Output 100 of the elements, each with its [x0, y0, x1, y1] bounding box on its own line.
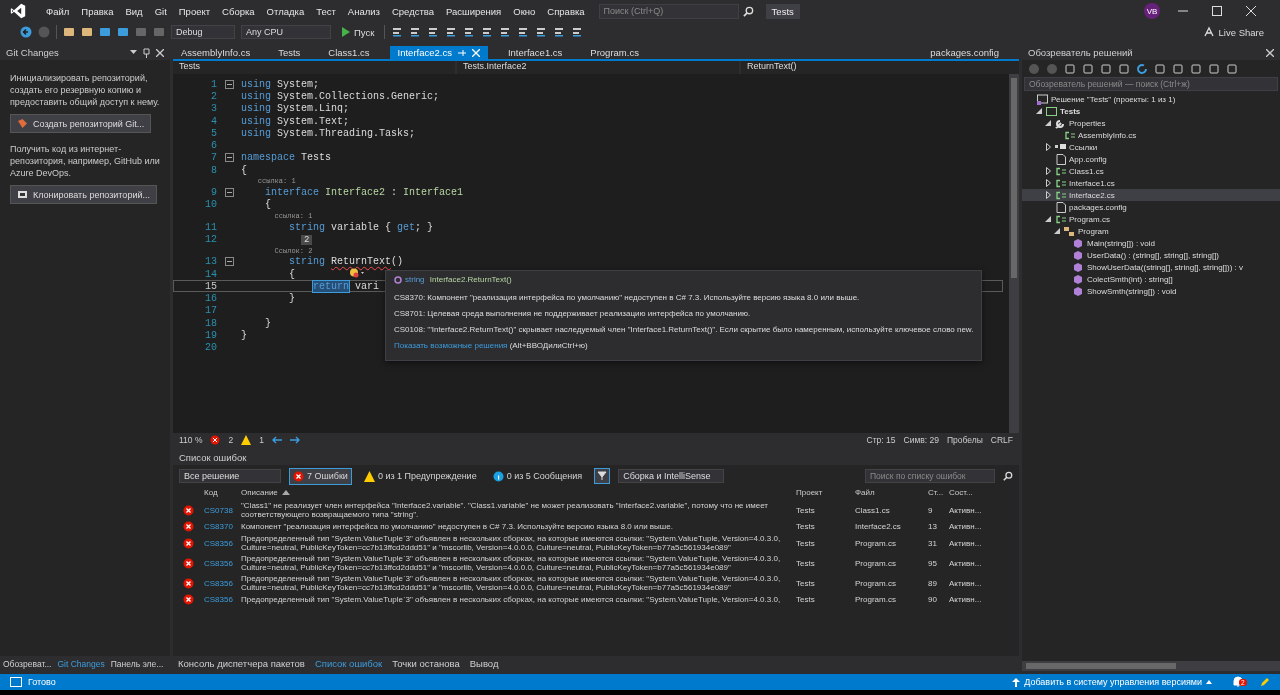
- column-header[interactable]: Описание: [241, 488, 278, 497]
- tree-item[interactable]: Properties: [1069, 118, 1106, 128]
- tree-item[interactable]: Ссылки: [1069, 142, 1098, 152]
- panel-tab[interactable]: Вывод: [464, 658, 504, 669]
- error-search-field[interactable]: Поиск по списку ошибок: [865, 469, 995, 483]
- line-cell-text: 89: [928, 578, 938, 588]
- tree-item[interactable]: packages.config: [1069, 202, 1127, 212]
- panel-tab[interactable]: Панель эле...: [107, 658, 167, 669]
- menu-item[interactable]: Расширения: [440, 5, 508, 17]
- project-icon: [1046, 105, 1057, 117]
- close-icon[interactable]: [1266, 48, 1274, 57]
- tree-item[interactable]: Main(string[]) : void: [1087, 238, 1156, 248]
- tree-item[interactable]: UserData() : (string[], string[], string[]): [1087, 250, 1220, 260]
- column-header[interactable]: Ст...: [928, 488, 946, 497]
- menu-item[interactable]: Отладка: [260, 5, 311, 17]
- error-code-link[interactable]: CS8356: [204, 578, 238, 588]
- editor-tab[interactable]: Interface1.cs: [499, 46, 571, 59]
- edit-icon[interactable]: [1260, 677, 1270, 687]
- solution-search-field[interactable]: Обозреватель решений — поиск (Ctrl+ж): [1024, 77, 1278, 91]
- tree-item[interactable]: AssemblyInfo.cs: [1078, 130, 1137, 140]
- platform-dropdown[interactable]: Any CPU: [241, 25, 331, 39]
- panel-tab[interactable]: Точки останова: [387, 658, 465, 669]
- csharp-file-icon: [1055, 178, 1066, 188]
- menu-item[interactable]: Git: [148, 5, 173, 17]
- tree-item[interactable]: Решение "Tests" (проекты: 1 из 1): [1051, 94, 1176, 104]
- tree-item[interactable]: Program: [1078, 226, 1109, 236]
- type-dropdown[interactable]: Tests.Interface2: [457, 61, 739, 74]
- editor-tab[interactable]: Tests: [270, 46, 309, 59]
- panel-tab[interactable]: Консоль диспетчера пакетов: [173, 658, 310, 669]
- filter-button[interactable]: 7 Ошибки: [289, 467, 352, 485]
- clone-repository-button[interactable]: Клонировать репозиторий...: [10, 185, 157, 204]
- filter-toggle-icon[interactable]: [594, 468, 611, 484]
- tree-item[interactable]: Program.cs: [1069, 214, 1110, 224]
- close-icon[interactable]: [156, 48, 164, 57]
- user-avatar[interactable]: VB: [1144, 3, 1160, 19]
- show-fixes-link[interactable]: Показать возможные решения: [394, 341, 508, 350]
- menu-item[interactable]: Средства: [385, 5, 440, 17]
- panel-tab[interactable]: Список ошибок: [309, 658, 388, 669]
- scrollbar[interactable]: [1009, 74, 1019, 433]
- menu-item[interactable]: Сборка: [216, 5, 261, 17]
- error-code-link[interactable]: CS8356: [204, 538, 238, 548]
- error-code-link[interactable]: CS8370: [204, 522, 238, 531]
- maximize-icon[interactable]: [1212, 6, 1222, 16]
- column-header[interactable]: Сост...: [949, 488, 993, 497]
- column-header[interactable]: Код: [204, 488, 238, 497]
- warning-count[interactable]: 1: [259, 435, 264, 445]
- create-repository-button[interactable]: Создать репозиторий Git...: [10, 114, 152, 133]
- tree-item[interactable]: ShowSmth(string[]) : void: [1087, 286, 1177, 296]
- search-field[interactable]: Поиск (Ctrl+Q): [598, 3, 739, 19]
- configuration-dropdown[interactable]: Debug: [171, 25, 235, 39]
- live-share-button[interactable]: Live Share: [1202, 26, 1264, 38]
- editor-tab[interactable]: AssemblyInfo.cs: [173, 46, 259, 59]
- collapsed-arrow-icon[interactable]: [1045, 143, 1051, 151]
- editor-tab[interactable]: Class1.cs: [320, 46, 378, 59]
- tree-item[interactable]: Tests: [1060, 106, 1081, 116]
- project-cell-text: Tests: [796, 505, 816, 515]
- error-count[interactable]: 2: [228, 435, 234, 445]
- menu-item[interactable]: Правка: [75, 5, 120, 17]
- source-control-button[interactable]: Добавить в систему управления версиями: [1012, 677, 1212, 687]
- error-code-link[interactable]: CS0738: [204, 505, 238, 515]
- menu-item[interactable]: Окно: [507, 5, 542, 17]
- tree-item[interactable]: Class1.cs: [1069, 166, 1104, 176]
- tree-item[interactable]: ShowUserData((string[], string[], string[])) : v: [1087, 262, 1244, 272]
- tree-item[interactable]: Interface1.cs: [1069, 178, 1115, 188]
- method-icon: [1073, 249, 1084, 261]
- menu-item[interactable]: Тест: [310, 5, 342, 17]
- column-header[interactable]: Файл: [855, 488, 925, 497]
- editor-tab[interactable]: Program.cs: [582, 46, 647, 59]
- tree-item[interactable]: Interface2.cs: [1069, 190, 1115, 200]
- panel-tab[interactable]: Git Changes: [54, 658, 108, 669]
- menu-item[interactable]: Справка: [541, 5, 591, 17]
- menu-item[interactable]: Вид: [119, 5, 149, 17]
- refresh-icon[interactable]: [1136, 62, 1148, 75]
- line-number: 13: [204, 256, 217, 268]
- menu-item[interactable]: Файл: [40, 5, 76, 17]
- filter-button[interactable]: 0 из 5 Сообщения: [488, 467, 587, 485]
- tree-item[interactable]: App.config: [1069, 154, 1107, 164]
- scope-dropdown[interactable]: Все решение: [179, 469, 281, 483]
- menu-item[interactable]: Проект: [172, 5, 217, 17]
- lightbulb-icon[interactable]: [349, 268, 365, 278]
- zoom-dropdown[interactable]: 110 %: [179, 435, 203, 445]
- search-icon[interactable]: [1003, 471, 1013, 481]
- error-icon: [183, 504, 194, 516]
- line-number: 9: [210, 187, 217, 198]
- panel-tab[interactable]: Обозреват...: [0, 658, 55, 669]
- run-button[interactable]: Пуск: [337, 25, 379, 39]
- column-header[interactable]: Проект: [796, 488, 852, 497]
- scrollbar[interactable]: [1022, 661, 1280, 671]
- filter-button[interactable]: 0 из 1 Предупреждение: [359, 467, 481, 485]
- member-dropdown[interactable]: ReturnText(): [741, 61, 1019, 74]
- error-code-link[interactable]: CS8356: [204, 595, 238, 604]
- tree-item[interactable]: ColectSmth(int) : string[]: [1087, 274, 1173, 284]
- dropdown-icon[interactable]: [130, 50, 137, 55]
- editor-tab[interactable]: packages.config: [922, 46, 1007, 59]
- source-dropdown[interactable]: Сборка и IntelliSense: [618, 469, 725, 483]
- project-dropdown[interactable]: Tests: [173, 61, 455, 74]
- close-icon[interactable]: [1246, 6, 1256, 16]
- search-icon[interactable]: [742, 5, 754, 17]
- error-code-link[interactable]: CS8356: [204, 558, 238, 568]
- menu-item[interactable]: Анализ: [341, 5, 386, 17]
